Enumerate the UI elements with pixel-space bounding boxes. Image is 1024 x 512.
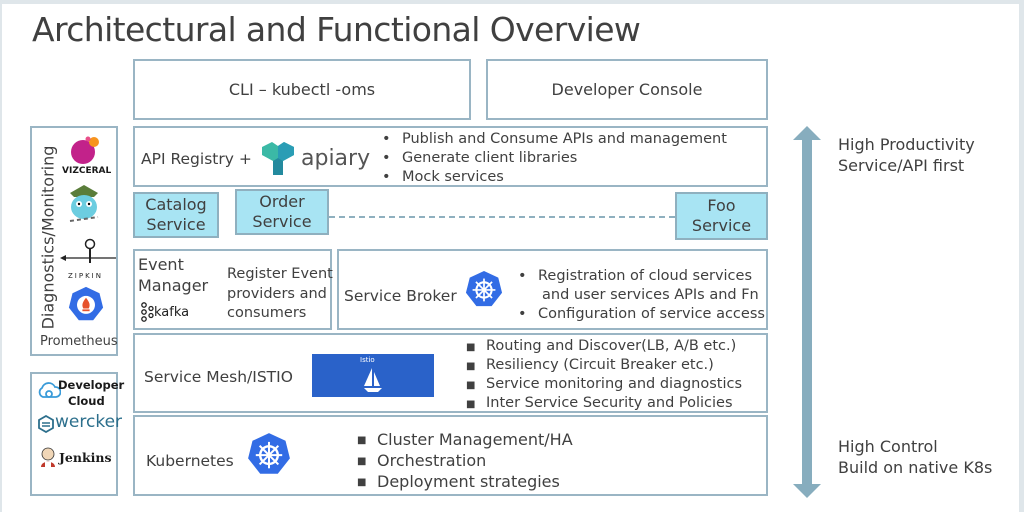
vizceral-logo-text: VIZCERAL xyxy=(62,166,112,176)
api-registry-box: API Registry + apiary • Publish and Consu… xyxy=(133,126,768,187)
kafka-logo-icon xyxy=(141,302,154,322)
kubernetes-bullets: ■ Cluster Management/HA ■ Orchestration ■ D… xyxy=(353,429,573,492)
cli-label: CLI – kubectl -oms xyxy=(228,80,376,99)
bullet-item: ■ Inter Service Security and Policies xyxy=(466,395,733,411)
prometheus-logo-text: Prometheus xyxy=(40,334,118,349)
bullet-item: and user services APIs and Fn xyxy=(542,287,759,303)
diagnostics-box: Diagnostics/Monitoring VIZCERAL ZIPKIN P… xyxy=(30,126,118,356)
service-mesh-box: Service Mesh/ISTIO Istio ■ Routing and Di… xyxy=(133,333,768,413)
developer-console-box: Developer Console xyxy=(486,59,768,120)
sailboat-icon xyxy=(364,368,382,392)
event-manager-label-line1: Event xyxy=(138,255,184,274)
bullet-item: ■ Service monitoring and diagnostics xyxy=(466,376,743,392)
api-registry-bullets: • Publish and Consume APIs and management… xyxy=(378,130,727,187)
service-mesh-bullets: ■ Routing and Discover(LB, A/B etc.) ■ Res… xyxy=(462,337,742,413)
jenkins-logo-icon xyxy=(41,447,55,467)
dashed-connector xyxy=(329,216,675,218)
bullet-item: ■ Resiliency (Circuit Breaker etc.) xyxy=(466,357,714,373)
ci-tools-box: Developer Cloud wercker Jenkins xyxy=(30,372,124,496)
istio-logo-text: Istio xyxy=(360,356,375,364)
bullet-item: ■ Routing and Discover(LB, A/B etc.) xyxy=(466,338,737,354)
event-manager-label-line2: Manager xyxy=(138,276,209,295)
order-service-box: Order Service xyxy=(235,189,329,235)
developer-cloud-text-2: Cloud xyxy=(68,394,105,408)
gopher-logo-icon xyxy=(69,185,99,222)
kubernetes-label: Kubernetes xyxy=(146,452,234,470)
page-title: Architectural and Functional Overview xyxy=(32,10,641,49)
kubernetes-box: Kubernetes ■ Cluster Management/HA ■ Orche… xyxy=(133,415,768,496)
bullet-item: • Mock services xyxy=(382,169,504,185)
kubernetes-logo-icon xyxy=(248,433,290,474)
arrow-bottom-label: High Control Build on native K8s xyxy=(838,437,993,477)
diagnostics-label: Diagnostics/Monitoring xyxy=(38,145,58,330)
catalog-service-box: Catalog Service xyxy=(133,192,219,238)
zipkin-logo-text: ZIPKIN xyxy=(68,272,103,280)
kafka-logo-text: kafka xyxy=(154,305,190,320)
zipkin-logo-icon xyxy=(60,238,116,263)
bullet-item: • Configuration of service access xyxy=(518,306,765,322)
event-manager-description: Register Event providers and consumers xyxy=(227,266,333,321)
service-broker-box: Service Broker • Registration of cloud se… xyxy=(337,249,768,330)
arrow-top-label: High Productivity Service/API first xyxy=(838,135,975,175)
service-mesh-label: Service Mesh/ISTIO xyxy=(144,368,293,386)
apiary-logo-text: apiary xyxy=(301,146,371,171)
kubernetes-logo-icon xyxy=(465,270,503,307)
cli-box: CLI – kubectl -oms xyxy=(133,59,471,120)
event-manager-box: Event Manager kafka Register Event provi… xyxy=(133,249,333,330)
apiary-logo-icon xyxy=(262,142,294,175)
bullet-item: • Generate client libraries xyxy=(382,150,578,166)
service-broker-label: Service Broker xyxy=(344,287,457,305)
prometheus-logo-icon xyxy=(68,286,104,321)
bullet-item: • Registration of cloud services xyxy=(518,268,753,284)
bullet-item: ■ Orchestration xyxy=(357,451,487,470)
jenkins-logo-text: Jenkins xyxy=(59,450,112,465)
service-broker-bullets: • Registration of cloud services and user… xyxy=(514,267,765,324)
istio-logo: Istio xyxy=(312,354,434,397)
api-registry-label: API Registry + xyxy=(141,150,252,168)
bullet-item: ■ Deployment strategies xyxy=(357,472,560,491)
wercker-logo-icon xyxy=(38,415,54,433)
vizceral-logo-icon xyxy=(71,136,99,164)
bullet-item: • Publish and Consume APIs and management xyxy=(382,131,727,147)
bullet-item: ■ Cluster Management/HA xyxy=(357,430,573,449)
developer-cloud-text-1: Developer xyxy=(58,378,125,392)
developer-console-label: Developer Console xyxy=(551,80,703,99)
wercker-logo-text: wercker xyxy=(55,412,123,432)
slide: Architectural and Functional Overview CL… xyxy=(2,4,1019,512)
double-arrow-icon xyxy=(793,126,821,498)
foo-service-box: Foo Service xyxy=(675,192,768,240)
